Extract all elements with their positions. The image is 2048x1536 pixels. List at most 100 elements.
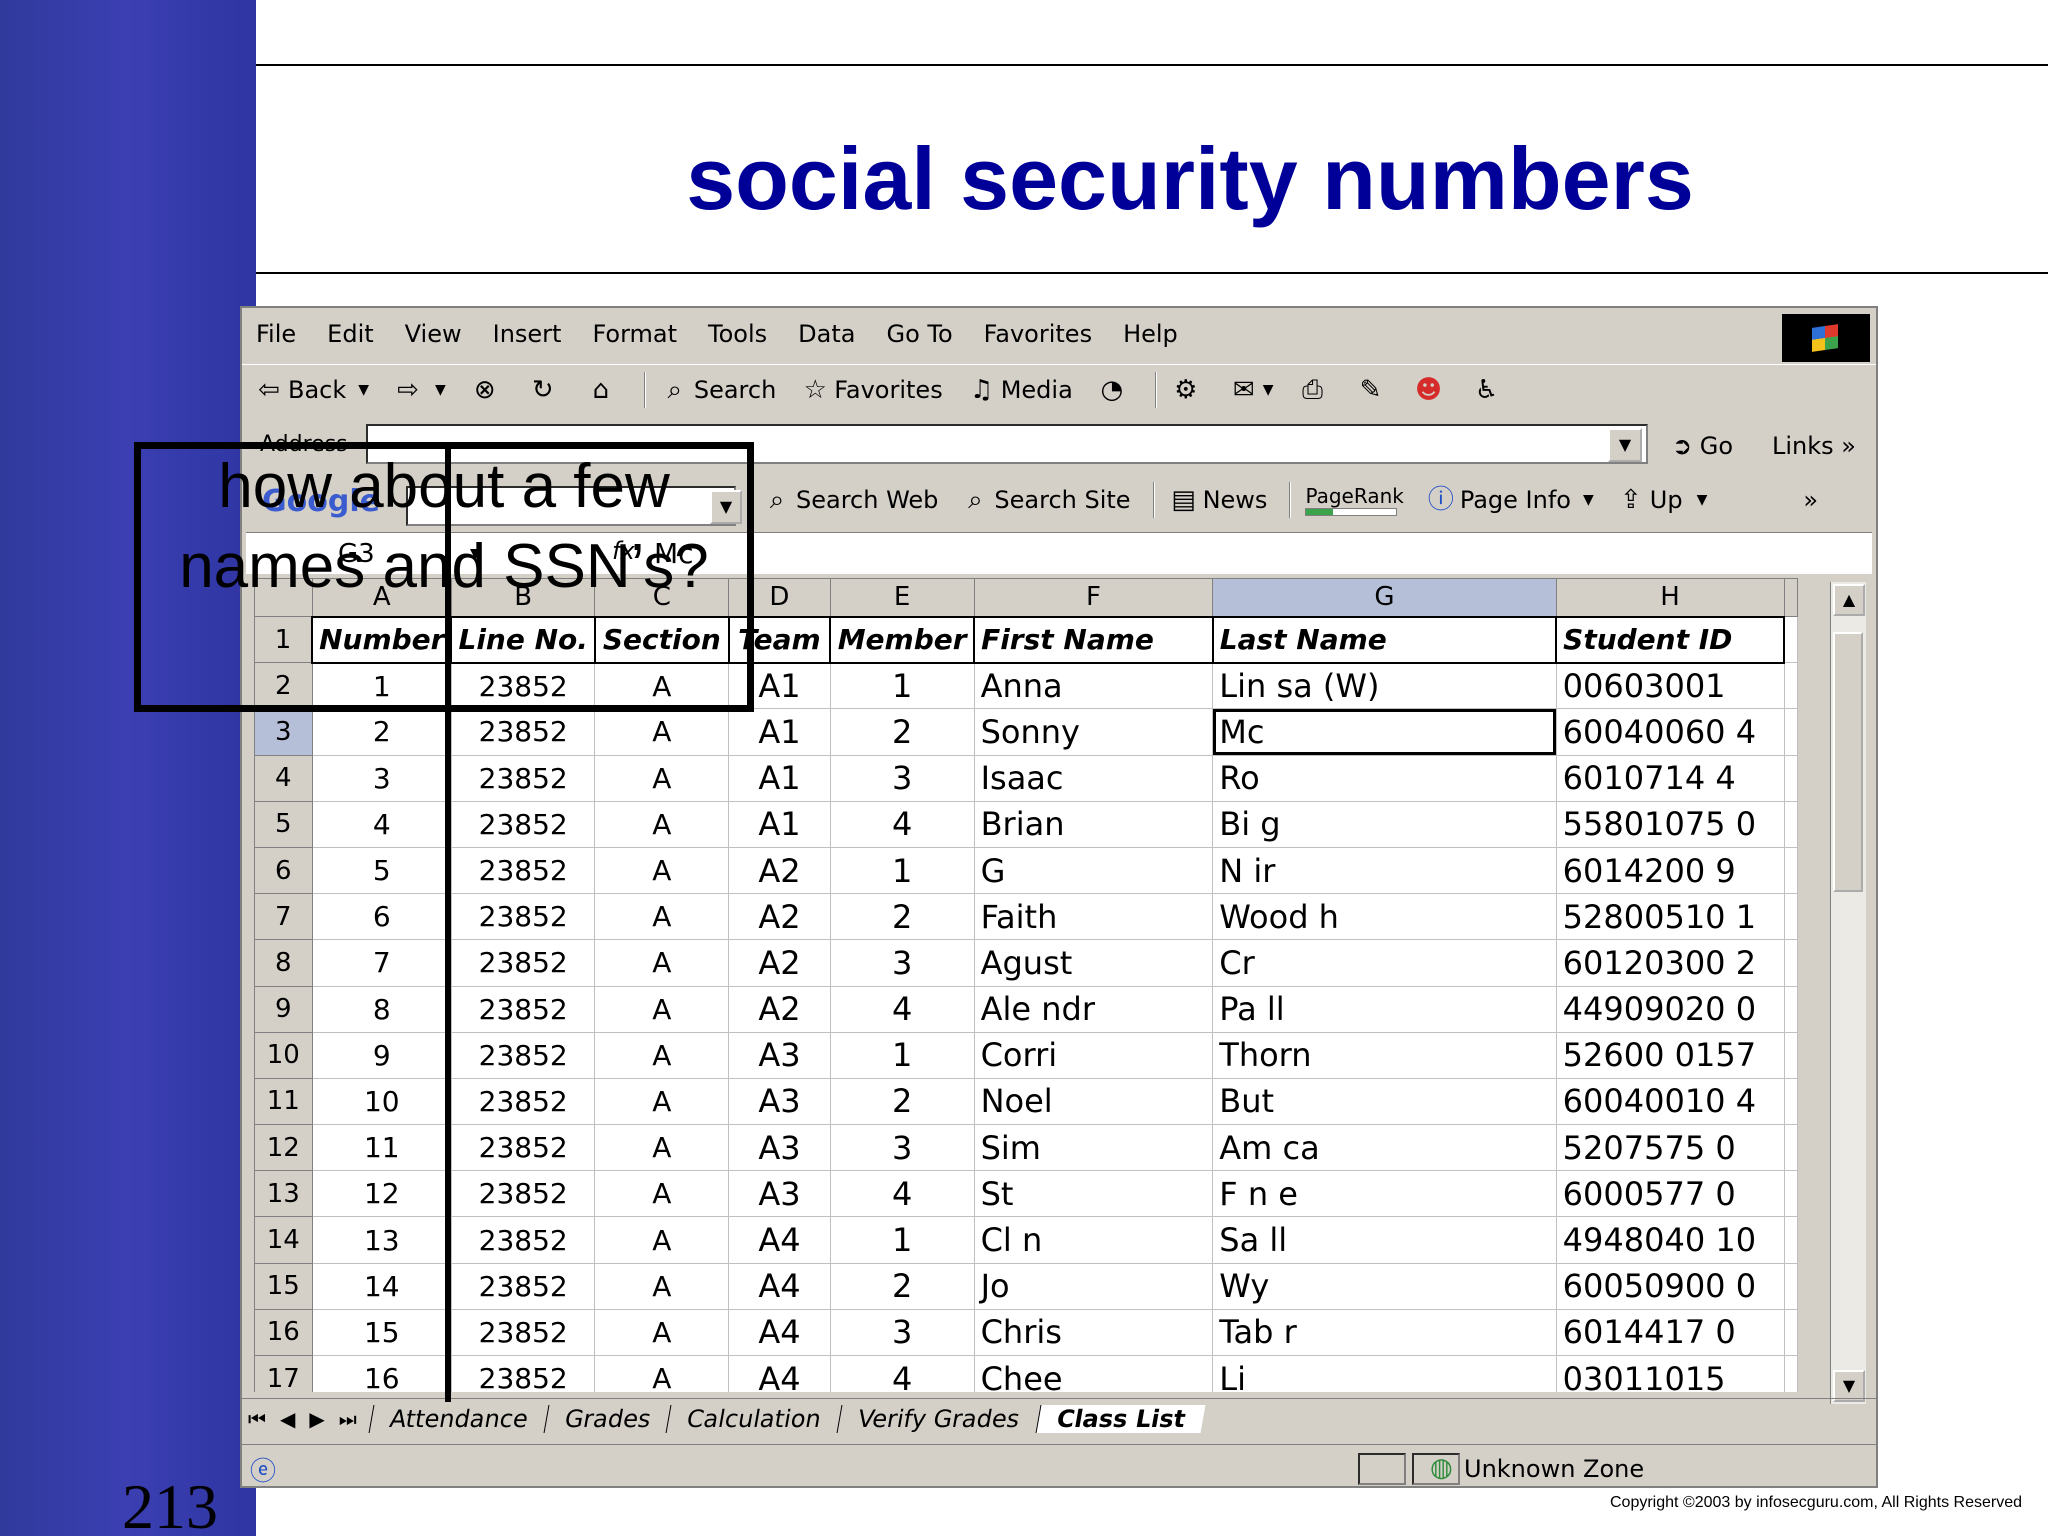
cell[interactable]: 23852	[450, 1077, 596, 1126]
cell[interactable]: Cr	[1212, 939, 1557, 987]
cell[interactable]	[1783, 1031, 1798, 1079]
cell[interactable]	[1783, 1216, 1798, 1264]
cell[interactable]: 4	[829, 1354, 975, 1392]
search-button[interactable]: ⌕ Search	[660, 375, 777, 405]
menu-help[interactable]: Help	[1123, 320, 1178, 348]
cell[interactable]: Isaac	[973, 754, 1214, 802]
cell[interactable]: A3	[728, 1124, 831, 1172]
cell[interactable]: 23852	[450, 800, 596, 848]
cell[interactable]: 14	[311, 1262, 452, 1310]
page-info-dropdown-icon[interactable]: ▼	[1583, 492, 1594, 508]
row-header[interactable]: 11	[254, 1077, 313, 1126]
scroll-up-icon[interactable]: ▲	[1833, 584, 1865, 616]
mail-button[interactable]: ✉ ▼	[1229, 375, 1274, 405]
row-header[interactable]: 7	[254, 893, 313, 941]
menu-data[interactable]: Data	[798, 320, 855, 348]
cell[interactable]: 23852	[450, 1124, 596, 1172]
cell[interactable]: A	[594, 1170, 730, 1218]
cell[interactable]: A	[594, 1077, 730, 1126]
row-header[interactable]: 14	[254, 1216, 313, 1264]
cell[interactable]: A3	[728, 1170, 831, 1218]
cell[interactable]: Sonny	[973, 708, 1214, 756]
stop-button[interactable]: ⊗	[470, 375, 504, 405]
cell[interactable]	[1783, 615, 1798, 664]
cell[interactable]: Sa ll	[1212, 1216, 1557, 1264]
menu-edit[interactable]: Edit	[327, 320, 373, 348]
sheet-tab-calculation[interactable]: Calculation	[665, 1404, 842, 1433]
row-header[interactable]: 13	[254, 1170, 313, 1218]
cell[interactable]: Sim	[973, 1124, 1214, 1172]
cell[interactable]: 5207575 0	[1555, 1124, 1785, 1172]
cell[interactable]	[1783, 1262, 1798, 1310]
cell[interactable]: 4	[829, 800, 975, 848]
cell[interactable]: 12	[311, 1170, 452, 1218]
cell[interactable]: Tab r	[1212, 1308, 1557, 1357]
cell[interactable]: A	[594, 708, 730, 756]
menu-file[interactable]: File	[256, 320, 296, 348]
cell[interactable]	[1783, 1354, 1798, 1392]
last-sheet-icon[interactable]: ⏭	[339, 1407, 357, 1431]
cell[interactable]: 23852	[450, 939, 596, 987]
cell[interactable]: A4	[728, 1262, 831, 1310]
cell[interactable]: 7	[311, 939, 452, 987]
cell[interactable]: A3	[728, 1077, 831, 1126]
menu-go-to[interactable]: Go To	[886, 320, 952, 348]
cell[interactable]	[1783, 662, 1798, 710]
cell[interactable]: Agust	[973, 939, 1214, 987]
cell[interactable]: A	[594, 1124, 730, 1172]
row-header[interactable]: 17	[254, 1354, 313, 1392]
cell[interactable]: 2	[829, 1077, 975, 1126]
cell[interactable]: Faith	[973, 893, 1214, 941]
cell[interactable]: 23852	[450, 985, 596, 1033]
mail-dropdown-icon[interactable]: ▼	[1263, 382, 1274, 398]
cell[interactable]: 8	[311, 985, 452, 1033]
column-header-g[interactable]: G	[1212, 578, 1557, 617]
search-web-button[interactable]: ⌕ Search Web	[762, 485, 939, 515]
cell[interactable]: 4	[829, 985, 975, 1033]
cell[interactable]: A	[594, 1308, 730, 1357]
cell[interactable]	[1783, 800, 1798, 848]
cell[interactable]: St	[973, 1170, 1214, 1218]
cell[interactable]: A	[594, 1354, 730, 1392]
row-header[interactable]: 4	[254, 754, 313, 802]
cell[interactable]: A	[594, 985, 730, 1033]
cell[interactable]: A2	[728, 985, 831, 1033]
chevron-right-icon[interactable]: »	[1803, 486, 1818, 514]
cell[interactable]: Corri	[973, 1031, 1214, 1079]
page-info-button[interactable]: ⓘ Page Info ▼	[1426, 485, 1594, 515]
cell[interactable]: 60040060 4	[1555, 708, 1785, 756]
cell[interactable]: A4	[728, 1216, 831, 1264]
edit-button[interactable]: ✎	[1356, 375, 1390, 405]
row-header[interactable]: 9	[254, 985, 313, 1033]
cell[interactable]: Anna	[973, 662, 1214, 710]
cell[interactable]: Bi g	[1212, 800, 1557, 848]
cell[interactable]: 44909020 0	[1555, 985, 1785, 1033]
first-sheet-icon[interactable]: ⏮	[248, 1407, 266, 1431]
cell[interactable]: Wy	[1212, 1262, 1557, 1310]
cell[interactable]: A	[594, 1262, 730, 1310]
cell[interactable]: N ir	[1212, 846, 1557, 895]
row-header[interactable]: 12	[254, 1124, 313, 1172]
cell[interactable]: 23852	[450, 893, 596, 941]
menu-format[interactable]: Format	[592, 320, 677, 348]
cell[interactable]: 2	[829, 708, 975, 756]
cell[interactable]: A4	[728, 1308, 831, 1357]
cell[interactable]: 23852	[450, 1354, 596, 1392]
cell[interactable]: Chee	[973, 1354, 1214, 1392]
back-button[interactable]: ⇦ Back ▼	[254, 375, 369, 405]
cell[interactable]: 1	[829, 1031, 975, 1079]
column-title-cell[interactable]: First Name	[973, 615, 1214, 664]
cell[interactable]	[1783, 1077, 1798, 1126]
history-button[interactable]: ◔	[1097, 375, 1131, 405]
sheet-tab-class-list[interactable]: Class List	[1035, 1404, 1206, 1433]
cell[interactable]: 55801075 0	[1555, 800, 1785, 848]
cell[interactable]	[1783, 939, 1798, 987]
cell[interactable]: A	[594, 1216, 730, 1264]
cell[interactable]: 23852	[450, 1216, 596, 1264]
prev-sheet-icon[interactable]: ◀	[280, 1407, 295, 1431]
cell[interactable]: 6010714 4	[1555, 754, 1785, 802]
cell[interactable]: 23852	[450, 754, 596, 802]
cell[interactable]: A	[594, 754, 730, 802]
cell[interactable]: 3	[829, 1124, 975, 1172]
cell[interactable]: Chris	[973, 1308, 1214, 1357]
